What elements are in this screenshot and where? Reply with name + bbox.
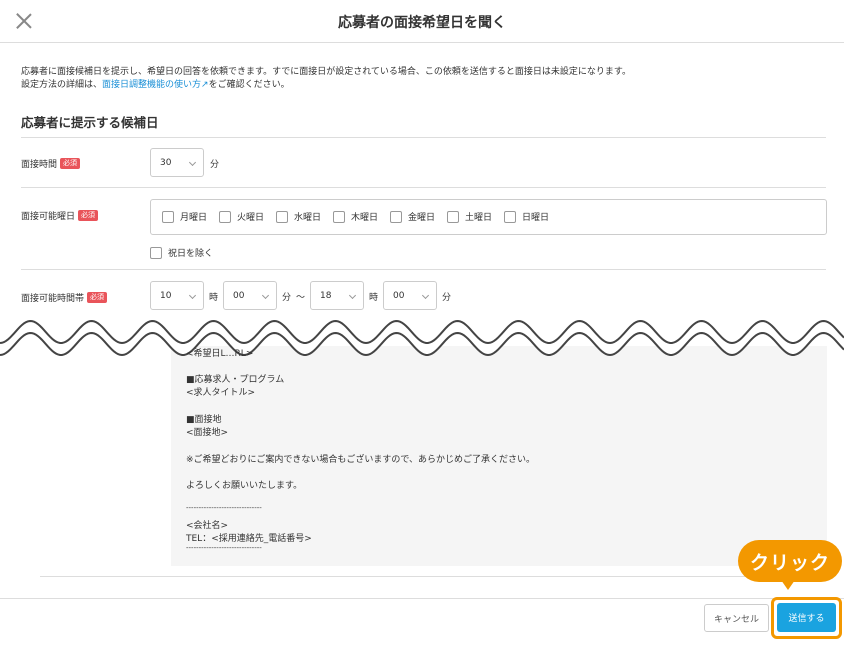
divider — [40, 576, 826, 577]
minute-unit: 分 — [442, 293, 452, 303]
description-line2: 設定方法の詳細は、面接日調整機能の使い方↗をご確認ください。 — [21, 80, 290, 90]
minute-unit: 分 — [282, 293, 292, 303]
callout-tail — [781, 580, 795, 590]
mail-line: よろしくお願いいたします。 — [186, 481, 303, 491]
duration-select[interactable]: 30 — [150, 148, 204, 177]
range-tilde: 〜 — [296, 293, 306, 303]
duration-unit: 分 — [210, 160, 220, 170]
mail-separator: ------------------------------ — [186, 504, 262, 512]
send-button[interactable]: 送信する — [777, 603, 836, 632]
chevron-down-icon — [188, 158, 197, 167]
mail-line: <面接地> — [186, 428, 229, 438]
description-line1: 応募者に面接候補日を提示し、希望日の回答を依頼できます。すでに面接日が設定されて… — [21, 67, 632, 77]
checkbox-saturday[interactable]: 土曜日 — [447, 210, 492, 223]
timerange-label: 面接可能時間帯 必須 — [21, 291, 108, 304]
mail-line: ■応募求人・プログラム — [186, 375, 285, 385]
divider — [21, 187, 826, 188]
external-link-icon: ↗ — [201, 80, 209, 90]
checkbox-monday[interactable]: 月曜日 — [162, 210, 207, 223]
mail-line: ※ご希望どおりにご案内できない場合もございますので、あらかじめご了承ください。 — [186, 455, 536, 465]
dialog-header: 応募者の面接希望日を聞く — [0, 0, 844, 43]
section-title: 応募者に提示する候補日 — [21, 115, 159, 130]
checkbox-sunday[interactable]: 日曜日 — [504, 210, 549, 223]
weekday-label: 面接可能曜日 必須 — [21, 209, 99, 222]
mail-line: <求人タイトル> — [186, 388, 256, 398]
mail-line: TEL：<採用連絡先_電話番号> — [186, 534, 312, 544]
required-badge: 必須 — [87, 292, 108, 303]
footer-divider — [0, 598, 844, 599]
start-minute-select[interactable]: 00 — [223, 281, 277, 310]
mail-line: <会社名> — [186, 521, 229, 531]
chevron-down-icon — [421, 291, 430, 300]
hour-unit: 時 — [209, 293, 219, 303]
checkbox-tuesday[interactable]: 火曜日 — [219, 210, 264, 223]
mail-line: <希望日L…RL> — [186, 349, 254, 359]
chevron-down-icon — [188, 291, 197, 300]
required-badge: 必須 — [60, 158, 81, 169]
cancel-button[interactable]: キャンセル — [704, 604, 769, 632]
chevron-down-icon — [261, 291, 270, 300]
end-hour-select[interactable]: 18 — [310, 281, 364, 310]
duration-label: 面接時間 必須 — [21, 157, 81, 170]
dialog-title: 応募者の面接希望日を聞く — [338, 15, 506, 31]
mail-line: ■面接地 — [186, 415, 222, 425]
mail-separator: ------------------------------ — [186, 544, 262, 552]
required-badge: 必須 — [78, 210, 99, 221]
chevron-down-icon — [348, 291, 357, 300]
end-minute-select[interactable]: 00 — [383, 281, 437, 310]
wave-cut-divider — [0, 320, 844, 357]
help-link[interactable]: 面接日調整機能の使い方 — [102, 80, 201, 90]
divider — [21, 137, 826, 138]
checkbox-wednesday[interactable]: 水曜日 — [276, 210, 321, 223]
checkbox-exclude-holidays[interactable]: 祝日を除く — [150, 246, 213, 259]
checkbox-thursday[interactable]: 木曜日 — [333, 210, 378, 223]
divider — [21, 269, 826, 270]
click-callout: クリック — [738, 540, 842, 582]
hour-unit: 時 — [369, 293, 379, 303]
description: 応募者に面接候補日を提示し、希望日の回答を依頼できます。すでに面接日が設定されて… — [21, 66, 631, 92]
checkbox-friday[interactable]: 金曜日 — [390, 210, 435, 223]
start-hour-select[interactable]: 10 — [150, 281, 204, 310]
